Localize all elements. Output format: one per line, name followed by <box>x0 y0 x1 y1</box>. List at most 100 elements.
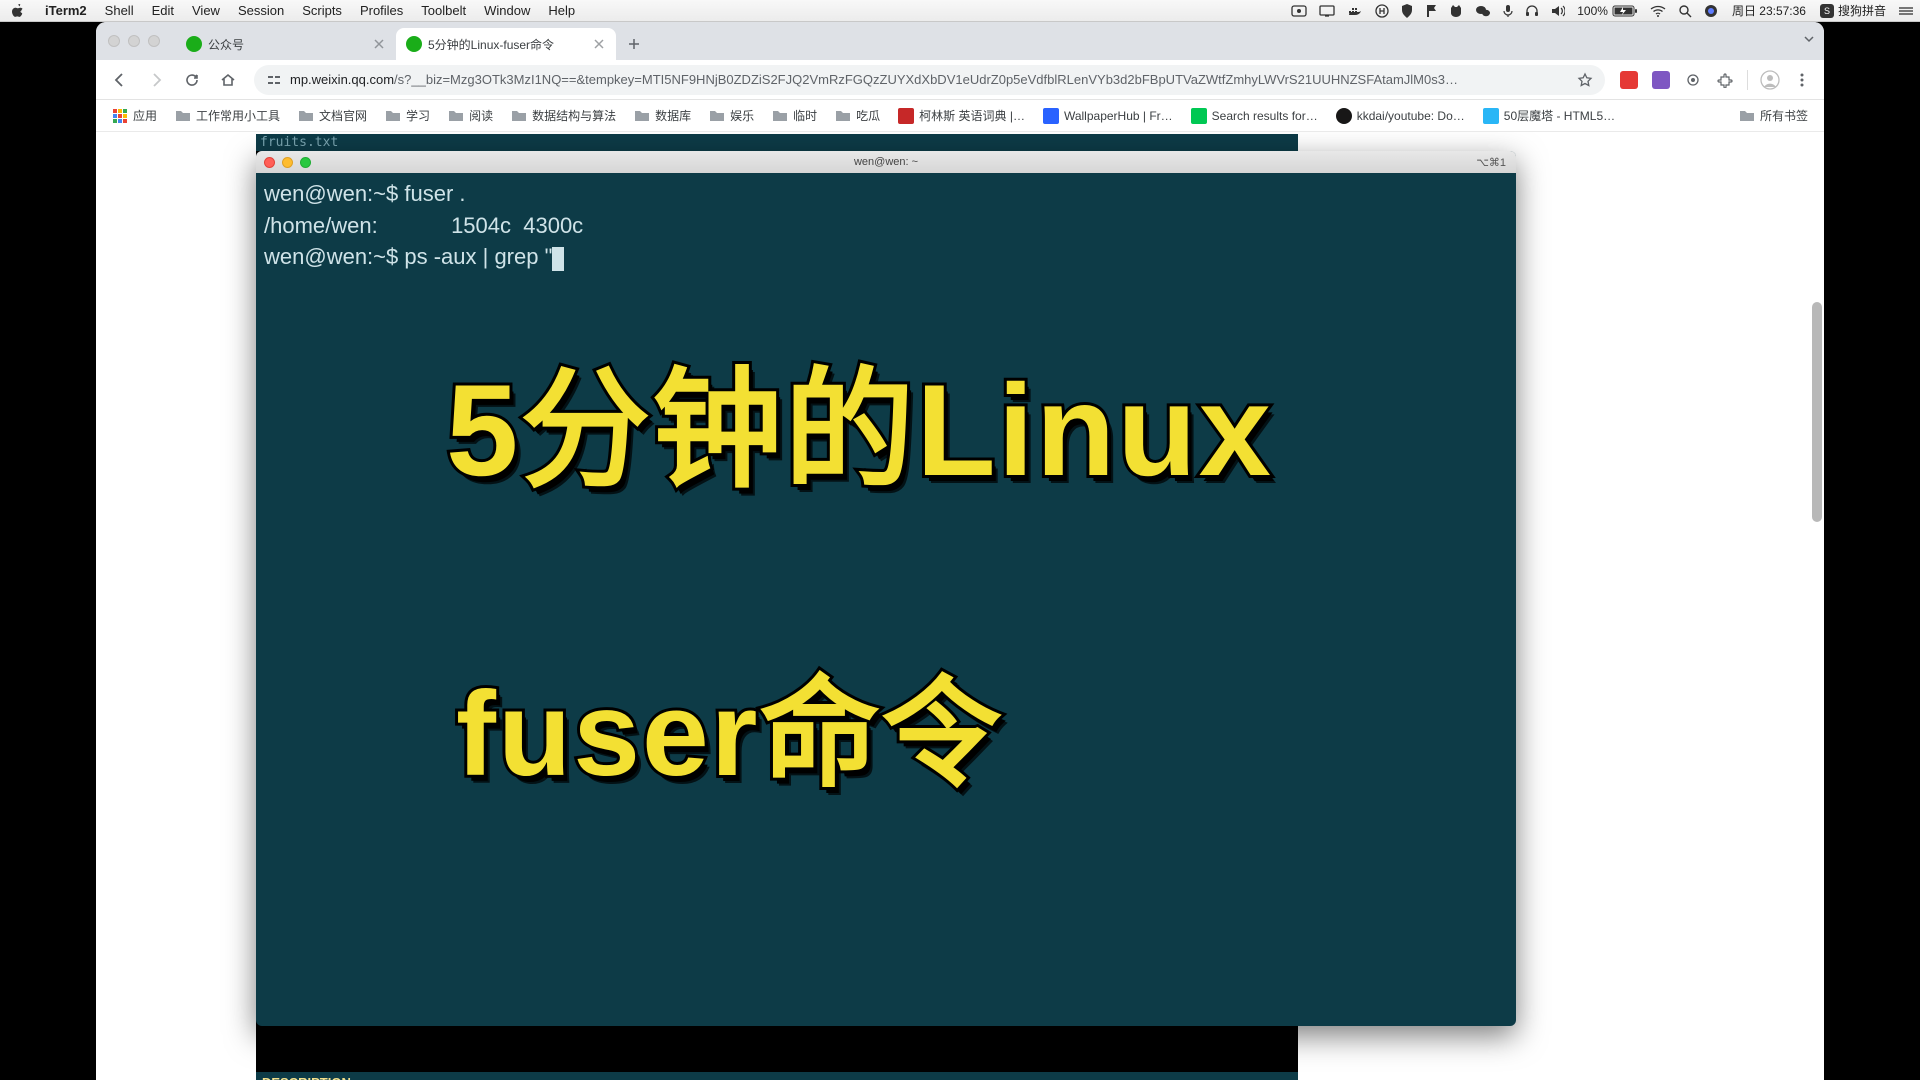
menubar-wifi-icon[interactable] <box>1644 5 1672 17</box>
tab-strip: 公众号 5分钟的Linux-fuser命令 <box>96 22 1824 60</box>
menubar-session[interactable]: Session <box>229 3 293 18</box>
bookmarks-bar: 应用 工作常用小工具 文档官网 学习 阅读 数据结构与算法 数据库 娱乐 临时 … <box>96 100 1824 132</box>
all-bookmarks-button[interactable]: 所有书签 <box>1731 103 1816 128</box>
menubar-siri-icon[interactable] <box>1698 4 1724 18</box>
bookmark-link-12[interactable]: kkdai/youtube: Do… <box>1328 104 1473 128</box>
menubar-window[interactable]: Window <box>475 3 539 18</box>
menubar-mic-icon[interactable] <box>1497 4 1519 18</box>
minimize-dot[interactable] <box>128 35 140 47</box>
background-terminal-tab: fruits.txt <box>256 134 1298 151</box>
iterm-titlebar: wen@wen: ~ ⌥⌘1 <box>256 151 1516 173</box>
tab-0-close-icon[interactable] <box>372 37 386 51</box>
svg-text:S: S <box>1824 6 1830 16</box>
new-tab-button[interactable] <box>620 30 648 58</box>
menubar-record-icon[interactable] <box>1285 5 1313 17</box>
terminal-line-1: wen@wen:~$ fuser . <box>264 181 466 206</box>
reload-button[interactable] <box>176 64 208 96</box>
menubar-docker-icon[interactable] <box>1341 5 1369 17</box>
battery-percent: 100% <box>1577 4 1608 18</box>
bookmark-folder-1[interactable]: 文档官网 <box>290 103 375 128</box>
menubar-shell[interactable]: Shell <box>96 3 143 18</box>
menubar-clock[interactable]: 周日 23:57:36 <box>1724 2 1814 19</box>
macos-menubar: iTerm2 Shell Edit View Session Scripts P… <box>0 0 1920 22</box>
extension-gear-icon[interactable] <box>1679 66 1707 94</box>
menubar-help[interactable]: Help <box>539 3 584 18</box>
url-text: mp.weixin.qq.com/s?__biz=Mzg3OTk3MzI1NQ=… <box>290 72 1569 87</box>
bookmark-folder-8[interactable]: 吃瓜 <box>827 103 888 128</box>
terminal-body[interactable]: wen@wen:~$ fuser . /home/wen: 1504c 4300… <box>256 173 1516 1026</box>
menubar-display-icon[interactable] <box>1313 5 1341 17</box>
back-button[interactable] <box>104 64 136 96</box>
menubar-spotlight-icon[interactable] <box>1672 4 1698 18</box>
extensions-button[interactable] <box>1711 66 1739 94</box>
man-page-snippet: DESCRIPTION fuser displays the PIDs of p… <box>256 1072 1298 1080</box>
video-frame: fruits.txt wen@wen: ~ ⌥⌘1 wen@wen:~$ fus… <box>256 134 1298 1080</box>
bookmark-link-10[interactable]: WallpaperHub | Fr… <box>1035 104 1181 128</box>
tab-0-title: 公众号 <box>208 36 366 53</box>
bookmark-folder-7[interactable]: 临时 <box>764 103 825 128</box>
bookmark-star-icon[interactable] <box>1577 72 1593 88</box>
tab-1[interactable]: 5分钟的Linux-fuser命令 <box>396 28 616 60</box>
video-overlay-title-2: fuser命令 <box>456 653 1003 815</box>
close-dot[interactable] <box>108 35 120 47</box>
apps-button[interactable]: 应用 <box>104 103 165 128</box>
forward-button[interactable] <box>140 64 172 96</box>
iterm-traffic-lights[interactable] <box>264 157 311 168</box>
bookmark-folder-6[interactable]: 娱乐 <box>701 103 762 128</box>
extension-translate-icon[interactable] <box>1647 66 1675 94</box>
page-scrollbar[interactable] <box>1810 242 1824 1080</box>
page-content: fruits.txt wen@wen: ~ ⌥⌘1 wen@wen:~$ fus… <box>96 132 1824 1080</box>
browser-toolbar: mp.weixin.qq.com/s?__biz=Mzg3OTk3MzI1NQ=… <box>96 60 1824 100</box>
bookmark-folder-4[interactable]: 数据结构与算法 <box>503 103 624 128</box>
menubar-hammerspoon-icon[interactable] <box>1369 4 1395 18</box>
menubar-app-name[interactable]: iTerm2 <box>36 3 96 18</box>
menubar-headphones-icon[interactable] <box>1519 4 1545 18</box>
profile-avatar[interactable] <box>1756 66 1784 94</box>
bookmark-folder-5[interactable]: 数据库 <box>626 103 699 128</box>
window-traffic-lights[interactable] <box>108 35 160 47</box>
tab-1-favicon-icon <box>406 36 422 52</box>
menubar-volume-icon[interactable] <box>1545 5 1571 17</box>
terminal-cursor <box>552 247 564 271</box>
maximize-dot[interactable] <box>148 35 160 47</box>
bookmark-link-9[interactable]: 柯林斯 英语词典 |… <box>890 103 1033 128</box>
ime-label: 搜狗拼音 <box>1838 2 1886 19</box>
iterm-shortcut: ⌥⌘1 <box>1476 156 1506 169</box>
menubar-battery[interactable]: 100% <box>1571 4 1644 18</box>
tab-0[interactable]: 公众号 <box>176 28 396 60</box>
menubar-scripts[interactable]: Scripts <box>293 3 351 18</box>
iterm-window: wen@wen: ~ ⌥⌘1 wen@wen:~$ fuser . /home/… <box>256 151 1516 1026</box>
menubar-edit[interactable]: Edit <box>143 3 183 18</box>
bookmark-folder-2[interactable]: 学习 <box>377 103 438 128</box>
bookmark-folder-3[interactable]: 阅读 <box>440 103 501 128</box>
apple-logo-icon <box>10 4 24 18</box>
menubar-flag-icon[interactable] <box>1419 4 1443 18</box>
menubar-control-center-icon[interactable] <box>1892 5 1920 17</box>
menubar-profiles[interactable]: Profiles <box>351 3 412 18</box>
menubar-toolbelt[interactable]: Toolbelt <box>412 3 475 18</box>
bookmark-folder-0[interactable]: 工作常用小工具 <box>167 103 288 128</box>
menubar-wechat-icon[interactable] <box>1469 4 1497 18</box>
home-button[interactable] <box>212 64 244 96</box>
iterm-title: wen@wen: ~ <box>854 156 918 168</box>
iterm-minimize-icon[interactable] <box>282 157 293 168</box>
chrome-menu-button[interactable] <box>1788 66 1816 94</box>
video-overlay-title-1: 5分钟的Linux <box>446 343 1273 519</box>
address-bar[interactable]: mp.weixin.qq.com/s?__biz=Mzg3OTk3MzI1NQ=… <box>254 65 1605 95</box>
tab-1-title: 5分钟的Linux-fuser命令 <box>428 36 586 53</box>
bookmark-link-13[interactable]: 50层魔塔 - HTML5… <box>1475 103 1623 128</box>
terminal-line-3: wen@wen:~$ ps -aux | grep " <box>264 244 552 269</box>
bookmark-link-11[interactable]: Search results for… <box>1183 104 1326 128</box>
scrollbar-thumb[interactable] <box>1812 302 1822 522</box>
tab-list-dropdown[interactable] <box>1802 32 1816 51</box>
tab-0-favicon-icon <box>186 36 202 52</box>
site-settings-icon[interactable] <box>266 72 282 88</box>
menubar-shield-icon[interactable] <box>1395 4 1419 18</box>
menubar-cat-icon[interactable] <box>1443 4 1469 18</box>
iterm-close-icon[interactable] <box>264 157 275 168</box>
iterm-maximize-icon[interactable] <box>300 157 311 168</box>
extension-abp-icon[interactable] <box>1615 66 1643 94</box>
tab-1-close-icon[interactable] <box>592 37 606 51</box>
menubar-ime[interactable]: S 搜狗拼音 <box>1814 2 1892 19</box>
menubar-view[interactable]: View <box>183 3 229 18</box>
